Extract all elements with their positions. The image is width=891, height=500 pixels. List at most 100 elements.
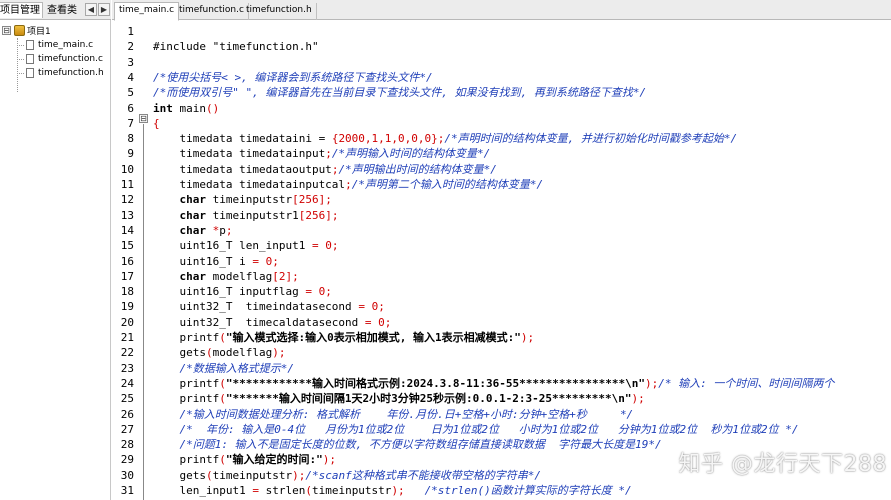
code-token: "输入给定的时间:": [225, 453, 323, 467]
fold-guide: [143, 124, 144, 500]
project-panel-tabs: 项目管理 查看类 ◀ ▶: [0, 0, 111, 20]
code-token: 2000,1,1,0,0,0: [338, 132, 432, 146]
code-token: (: [205, 346, 213, 360]
line-number: 13: [120, 208, 134, 222]
code-token: (: [219, 331, 226, 344]
code-token: printf: [153, 331, 220, 344]
code-token: timedata timedataini =: [153, 132, 332, 146]
code-token: 256: [298, 193, 319, 207]
line-number: 10: [120, 162, 134, 176]
code-token: timedata timedatainputcal: [153, 178, 346, 191]
code-token: ;: [331, 239, 339, 253]
code-area[interactable]: #include "timefunction.h" /*使用尖括号< >, 编译器…: [148, 21, 891, 500]
tab-scroll-left-button[interactable]: ◀: [85, 3, 97, 16]
code-token: );: [391, 484, 405, 497]
tab-timefunction-h[interactable]: timefunction.h: [242, 3, 317, 20]
code-token: =: [358, 300, 365, 314]
code-token: modelflag: [205, 269, 273, 283]
code-line[interactable]: char modelflag[2];: [153, 269, 298, 284]
line-number: 28: [120, 438, 134, 452]
code-line[interactable]: len_input1 = strlen(timeinputstr); /*str…: [153, 483, 631, 498]
tab-scroll-right-button[interactable]: ▶: [98, 3, 110, 16]
code-line[interactable]: printf("************输入时间格式示例:2024.3.8-11…: [153, 376, 834, 391]
collapse-icon[interactable]: ⊟: [2, 25, 11, 35]
code-token: #include "timefunction.h": [153, 40, 319, 54]
code-line[interactable]: timedata timedatainput;/*声明输入时间的结构体变量*/: [153, 146, 490, 161]
code-line[interactable]: printf("*******输入时间间隔1天2小时3分钟25秒示例:0.0.1…: [153, 391, 644, 406]
code-line[interactable]: uint16_T len_input1 = 0;: [153, 238, 338, 253]
code-token: };: [431, 132, 445, 146]
code-line[interactable]: char *p;: [153, 223, 232, 238]
tab-timefunction-c[interactable]: timefunction.c: [175, 3, 249, 20]
code-line[interactable]: /*使用尖括号< >, 编译器会到系统路径下查找头文件*/: [153, 70, 433, 85]
code-token: "************输入时间格式示例:2024.3.8-11:36-55*…: [225, 376, 645, 390]
code-line[interactable]: gets(modelflag);: [153, 345, 285, 360]
code-token: /* 输入: 一个时间、时间间隔两个: [658, 376, 835, 390]
code-token: ;: [325, 285, 332, 299]
code-token: /*声明输入时间的结构体变量*/: [331, 147, 491, 161]
code-token: char: [153, 223, 206, 237]
code-token: /*输入时间数据处理分析: 格式解析 年份.月份.日+空格+小时:分钟+空格+秒…: [153, 407, 634, 421]
tree-file-timefunction-h[interactable]: timefunction.h: [17, 67, 104, 79]
code-line[interactable]: printf("输入模式选择:输入0表示相加模式, 输入1表示相减模式:");: [153, 330, 534, 345]
code-token: /*数据输入格式提示*/: [153, 361, 294, 375]
code-line[interactable]: printf("输入给定的时间:");: [153, 452, 336, 467]
line-number: 24: [120, 376, 134, 390]
code-line[interactable]: uint32_T timecaldatasecond = 0;: [153, 315, 391, 330]
code-line[interactable]: uint16_T inputflag = 0;: [153, 284, 332, 299]
code-line[interactable]: /*数据输入格式提示*/: [153, 361, 294, 376]
code-line[interactable]: int main(): [153, 101, 219, 116]
code-token: (: [205, 468, 213, 482]
tab-class-view[interactable]: 查看类: [45, 3, 79, 19]
tree-file-timefunction-c[interactable]: timefunction.c: [17, 53, 103, 65]
code-line[interactable]: {: [153, 116, 160, 131]
code-token: (): [206, 101, 220, 115]
line-number: 29: [120, 453, 134, 467]
code-line[interactable]: /*而使用双引号" ", 编译器首先在当前目录下查找头文件, 如果没有找到, 再…: [153, 85, 646, 100]
code-token: uint16_T i: [153, 254, 253, 268]
code-token: ;: [272, 254, 279, 268]
line-number: 26: [120, 407, 134, 421]
code-token: 256: [305, 208, 326, 222]
code-token: char: [153, 193, 206, 207]
fold-column: ⊟: [136, 21, 148, 500]
tree-root-project[interactable]: ⊟ 项目1: [2, 24, 51, 37]
code-line[interactable]: /*问题1: 输入不是固定长度的位数, 不方便以字符数组存储直接读取数据 字符最…: [153, 437, 661, 452]
code-line[interactable]: timedata timedatainputcal;/*声明第二个输入时间的结构…: [153, 177, 543, 192]
code-line[interactable]: gets(timeinputstr);/*scanf这种格式串不能接收带空格的字…: [153, 468, 541, 483]
code-line[interactable]: uint32_T timeindatasecond = 0;: [153, 299, 384, 314]
line-number: 7: [127, 116, 134, 130]
tree-connector: [17, 58, 24, 60]
tree-file-label: time_main.c: [38, 40, 94, 50]
code-line[interactable]: timedata timedataini = {2000,1,1,0,0,0};…: [153, 131, 737, 146]
code-line[interactable]: /*输入时间数据处理分析: 格式解析 年份.月份.日+空格+小时:分钟+空格+秒…: [153, 407, 633, 422]
tab-time-main-c[interactable]: time_main.c: [114, 2, 180, 21]
code-token: main: [172, 101, 206, 115]
fold-icon[interactable]: ⊟: [139, 114, 148, 123]
file-icon: [26, 40, 34, 50]
line-number: 15: [120, 239, 134, 253]
line-number: 11: [120, 178, 134, 191]
tab-project-management[interactable]: 项目管理: [0, 2, 43, 18]
code-line[interactable]: char timeinputstr[256];: [153, 192, 331, 207]
code-line[interactable]: /* 年份: 输入是0-4位 月份为1位或2位 日为1位或2位 小时为1位或2位…: [153, 422, 798, 437]
code-line[interactable]: #include "timefunction.h": [153, 39, 319, 54]
line-number: 14: [120, 223, 134, 237]
tree-connector: [17, 44, 24, 46]
code-token: (: [219, 392, 226, 406]
code-token: ;: [384, 315, 392, 329]
code-line[interactable]: timedata timedataoutput;/*声明输出时间的结构体变量*/: [153, 162, 497, 177]
code-token: /*scanf这种格式串不能接收带空格的字符串*/: [305, 468, 541, 482]
code-token: printf: [153, 453, 220, 467]
code-token: int: [153, 101, 173, 115]
code-token: (: [305, 484, 312, 497]
tree-file-time-main[interactable]: time_main.c: [17, 39, 93, 51]
code-token: /*声明输出时间的结构体变量*/: [338, 162, 497, 176]
code-token: (: [219, 376, 226, 390]
code-token: /*声明时间的结构体变量, 并进行初始化时间戳参考起始*/: [444, 132, 738, 146]
code-line[interactable]: uint16_T i = 0;: [153, 254, 279, 269]
line-number: 3: [127, 55, 134, 69]
code-line[interactable]: char timeinputstr1[256];: [153, 208, 338, 223]
